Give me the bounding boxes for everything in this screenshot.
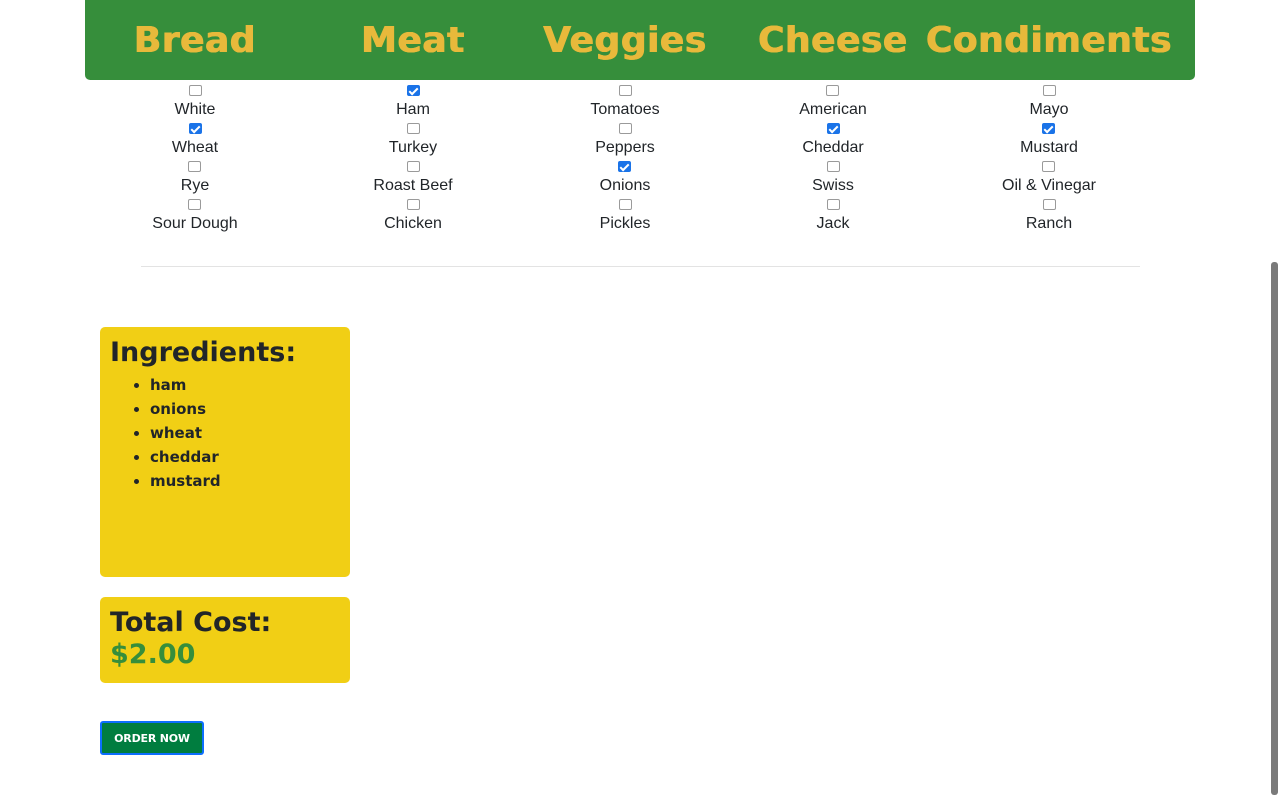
checkbox-cheddar[interactable] <box>826 123 840 134</box>
option-label: Oil & Vinegar <box>1002 177 1096 194</box>
checkbox-sour-dough[interactable] <box>188 199 202 210</box>
total-cost-card: Total Cost: $2.00 <box>100 597 350 683</box>
options-grid: White Wheat Rye Sour Dough Ham Turkey Ro… <box>85 82 1195 234</box>
option-label: Jack <box>816 215 850 232</box>
option-label: Chicken <box>384 215 442 232</box>
option-swiss: Swiss <box>812 158 854 196</box>
checkbox-american[interactable] <box>826 85 840 96</box>
option-label: Ranch <box>1025 215 1073 232</box>
list-item: mustard <box>150 469 340 493</box>
list-item: wheat <box>150 421 340 445</box>
checkbox-ham[interactable] <box>406 85 420 96</box>
category-title-bread: Bread <box>133 19 257 61</box>
option-label: Cheddar <box>802 139 864 156</box>
option-peppers: Peppers <box>595 120 655 158</box>
checkbox-white[interactable] <box>188 85 202 96</box>
option-rye: Rye <box>181 158 209 196</box>
checkbox-oil-vinegar[interactable] <box>1042 161 1056 172</box>
ingredients-heading: Ingredients: <box>110 337 297 368</box>
option-label: White <box>174 101 216 118</box>
option-jack: Jack <box>816 196 850 234</box>
option-label: Wheat <box>171 139 219 156</box>
category-title-cheese: Cheese <box>758 19 908 61</box>
option-label: Tomatoes <box>590 101 660 118</box>
option-wheat: Wheat <box>172 120 218 158</box>
option-label: Mustard <box>1020 139 1078 156</box>
option-white: White <box>174 82 216 120</box>
checkbox-peppers[interactable] <box>618 123 632 134</box>
options-column-cheese: American Cheddar Swiss Jack <box>729 82 937 234</box>
option-label: Onions <box>599 177 651 194</box>
option-label: Pickles <box>599 215 651 232</box>
sandwich-builder-page: Bread Meat Veggies Cheese Condiments Whi… <box>0 0 1280 795</box>
option-american: American <box>799 82 867 120</box>
scrollbar-thumb[interactable] <box>1271 262 1278 795</box>
ingredients-list: ham onions wheat cheddar mustard <box>110 373 340 493</box>
option-label: Peppers <box>595 139 655 156</box>
list-item: cheddar <box>150 445 340 469</box>
option-label: Sour Dough <box>152 215 238 232</box>
category-header-bar: Bread Meat Veggies Cheese Condiments <box>85 0 1195 80</box>
ingredients-card: Ingredients: ham onions wheat cheddar mu… <box>100 327 350 577</box>
checkbox-mustard[interactable] <box>1042 123 1056 134</box>
option-mayo: Mayo <box>1029 82 1069 120</box>
checkbox-rye[interactable] <box>188 161 202 172</box>
option-label: Roast Beef <box>373 177 453 194</box>
list-item: onions <box>150 397 340 421</box>
option-sour-dough: Sour Dough <box>152 196 238 234</box>
option-tomatoes: Tomatoes <box>590 82 660 120</box>
checkbox-pickles[interactable] <box>618 199 632 210</box>
checkbox-chicken[interactable] <box>406 199 420 210</box>
category-title-condiments: Condiments <box>925 19 1173 61</box>
total-cost-heading: Total Cost: <box>110 607 272 638</box>
option-label: Turkey <box>388 139 438 156</box>
option-oil-vinegar: Oil & Vinegar <box>1002 158 1096 196</box>
options-column-bread: White Wheat Rye Sour Dough <box>85 82 305 234</box>
category-title-veggies: Veggies <box>543 19 707 61</box>
option-label: Ham <box>396 101 430 118</box>
option-label: Mayo <box>1029 101 1069 118</box>
checkbox-tomatoes[interactable] <box>618 85 632 96</box>
total-price: $2.00 <box>110 639 196 670</box>
checkbox-jack[interactable] <box>826 199 840 210</box>
checkbox-turkey[interactable] <box>406 123 420 134</box>
options-column-meat: Ham Turkey Roast Beef Chicken <box>305 82 521 234</box>
option-cheddar: Cheddar <box>802 120 864 158</box>
options-column-condiments: Mayo Mustard Oil & Vinegar Ranch <box>937 82 1161 234</box>
order-now-button[interactable]: ORDER NOW <box>100 721 204 755</box>
option-label: Rye <box>180 177 210 194</box>
option-label: Swiss <box>812 177 854 194</box>
option-turkey: Turkey <box>389 120 437 158</box>
checkbox-swiss[interactable] <box>826 161 840 172</box>
checkbox-wheat[interactable] <box>188 123 202 134</box>
option-pickles: Pickles <box>599 196 651 234</box>
checkbox-roast-beef[interactable] <box>406 161 420 172</box>
option-mustard: Mustard <box>1020 120 1078 158</box>
checkbox-ranch[interactable] <box>1042 199 1056 210</box>
option-ham: Ham <box>396 82 430 120</box>
section-divider <box>141 266 1140 267</box>
options-column-veggies: Tomatoes Peppers Onions Pickles <box>521 82 729 234</box>
option-ranch: Ranch <box>1026 196 1072 234</box>
checkbox-mayo[interactable] <box>1042 85 1056 96</box>
option-chicken: Chicken <box>384 196 442 234</box>
checkbox-onions[interactable] <box>618 161 632 172</box>
option-onions: Onions <box>599 158 651 196</box>
option-roast-beef: Roast Beef <box>373 158 453 196</box>
list-item: ham <box>150 373 340 397</box>
option-label: American <box>799 101 867 118</box>
category-title-meat: Meat <box>361 19 465 61</box>
